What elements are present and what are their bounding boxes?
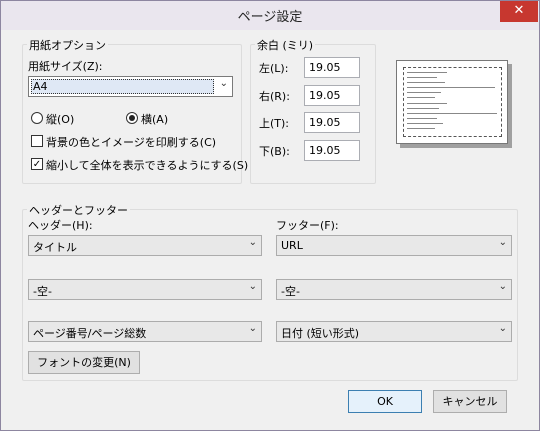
footer-select-3[interactable]: 日付 (短い形式) ⌄ [276, 321, 512, 342]
header-select-3[interactable]: ページ番号/ページ総数 ⌄ [28, 321, 262, 342]
header-value-1: タイトル [33, 241, 77, 254]
print-background-label[interactable]: 背景の色とイメージを印刷する(C) [46, 134, 216, 150]
margin-right-input[interactable]: 19.05 [304, 85, 360, 106]
chevron-down-icon: ⌄ [498, 237, 507, 248]
paper-size-value: A4 [33, 80, 48, 93]
landscape-radio[interactable] [126, 112, 138, 124]
margin-left-label: 左(L): [259, 62, 289, 75]
margin-right-label: 右(R): [259, 90, 290, 103]
portrait-radio[interactable] [31, 112, 43, 124]
header-label: ヘッダー(H): [28, 219, 93, 232]
window-title: ページ設定 [237, 10, 303, 25]
header-value-2: -空- [33, 285, 52, 298]
footer-value-1: URL [281, 239, 303, 252]
margins-label: 余白 (ミリ) [255, 37, 316, 53]
chevron-down-icon: ⌄ [498, 323, 507, 334]
close-icon: ✕ [513, 3, 525, 18]
paper-size-label: 用紙サイズ(Z): [28, 60, 103, 73]
page-preview [396, 60, 508, 144]
cancel-button[interactable]: キャンセル [433, 390, 507, 413]
print-background-checkbox[interactable] [31, 135, 43, 147]
footer-value-2: -空- [281, 285, 300, 298]
footer-value-3: 日付 (短い形式) [281, 327, 360, 340]
footer-select-2[interactable]: -空- ⌄ [276, 279, 512, 300]
margin-top-label: 上(T): [259, 117, 290, 130]
paper-options-label: 用紙オプション [27, 37, 108, 53]
close-button[interactable]: ✕ [500, 0, 538, 22]
margin-top-input[interactable]: 19.05 [304, 112, 360, 133]
paper-size-focus [31, 79, 214, 94]
shrink-to-fit-checkbox[interactable]: ✓ [31, 158, 43, 170]
portrait-label[interactable]: 縦(O) [46, 111, 74, 127]
checkmark-icon: ✓ [32, 159, 42, 170]
chevron-down-icon: ⌄ [248, 281, 257, 292]
chevron-down-icon: ⌄ [219, 78, 228, 89]
page-preview-margins [403, 67, 502, 137]
header-select-2[interactable]: -空- ⌄ [28, 279, 262, 300]
margin-bottom-label: 下(B): [259, 145, 290, 158]
change-font-button[interactable]: フォントの変更(N) [28, 351, 140, 374]
landscape-label[interactable]: 横(A) [141, 111, 168, 127]
chevron-down-icon: ⌄ [498, 281, 507, 292]
chevron-down-icon: ⌄ [248, 323, 257, 334]
ok-button[interactable]: OK [348, 390, 422, 413]
chevron-down-icon: ⌄ [248, 237, 257, 248]
footer-select-1[interactable]: URL ⌄ [276, 235, 512, 256]
header-value-3: ページ番号/ページ総数 [33, 327, 147, 340]
header-footer-label: ヘッダーとフッター [27, 202, 130, 218]
header-select-1[interactable]: タイトル ⌄ [28, 235, 262, 256]
margin-bottom-input[interactable]: 19.05 [304, 140, 360, 161]
margin-left-input[interactable]: 19.05 [304, 57, 360, 78]
footer-label: フッター(F): [276, 219, 339, 232]
shrink-to-fit-label[interactable]: 縮小して全体を表示できるようにする(S) [46, 157, 248, 173]
paper-size-select[interactable]: A4 ⌄ [28, 76, 233, 97]
